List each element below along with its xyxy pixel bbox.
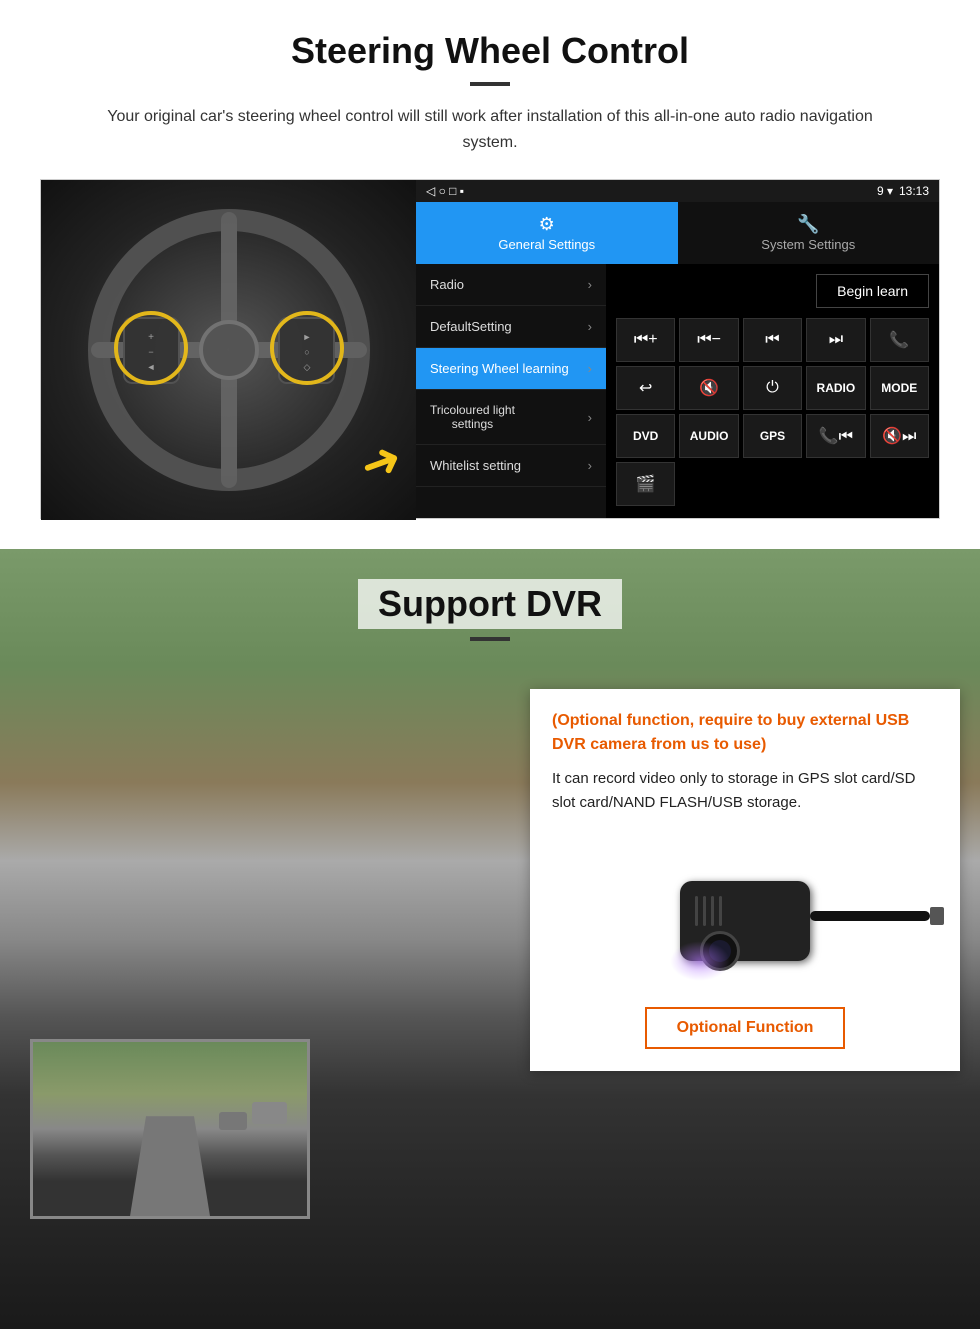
ctrl-mute[interactable]: 🔇 <box>679 366 738 410</box>
android-tabs: ⚙ General Settings 🔧 System Settings <box>416 202 939 264</box>
steering-photo-inner: + − ◄ ► ○ ◇ ➜ <box>41 180 416 520</box>
dvr-heading: Support DVR <box>0 549 980 641</box>
optional-function-button[interactable]: Optional Function <box>645 1007 846 1049</box>
chevron-icon-3: › <box>588 361 592 376</box>
ctrl-audio[interactable]: AUDIO <box>679 414 738 458</box>
chevron-icon-5: › <box>588 458 592 473</box>
menu-item-radio[interactable]: Radio › <box>416 264 606 306</box>
steering-composite: + − ◄ ► ○ ◇ ➜ ◁ ○ □ ▪ <box>40 179 940 519</box>
ctrl-dvr-icon[interactable]: 🎬 <box>616 462 675 506</box>
vents <box>695 896 722 926</box>
chevron-icon: › <box>588 277 592 292</box>
ctrl-next[interactable]: ⏭ <box>806 318 865 362</box>
ctrl-vol-up[interactable]: ⏮+ <box>616 318 675 362</box>
svg-text:◇: ◇ <box>303 362 310 372</box>
ctrl-phone[interactable]: 📞 <box>870 318 929 362</box>
ctrl-vol-down[interactable]: ⏮− <box>679 318 738 362</box>
steering-photo: + − ◄ ► ○ ◇ ➜ <box>41 180 416 520</box>
dvr-preview-inner <box>33 1042 307 1216</box>
begin-learn-row: Begin learn <box>616 274 929 308</box>
dvr-optional-text: (Optional function, require to buy exter… <box>552 709 938 757</box>
tab-system-settings[interactable]: 🔧 System Settings <box>678 202 940 264</box>
ctrl-gps[interactable]: GPS <box>743 414 802 458</box>
camera-assembly <box>680 881 810 961</box>
svg-text:►: ► <box>302 332 311 342</box>
svg-text:+: + <box>148 332 154 343</box>
gear-icon: ⚙ <box>424 214 670 235</box>
usb-cable <box>810 911 930 921</box>
menu-list: Radio › DefaultSetting › Steering Wheel … <box>416 264 606 518</box>
status-signal: 9 ▾ <box>877 184 893 198</box>
svg-text:◄: ◄ <box>146 362 155 372</box>
usb-connector <box>930 907 944 925</box>
car-shape-2 <box>219 1112 247 1130</box>
svg-text:−: − <box>148 347 153 357</box>
menu-item-whitelist[interactable]: Whitelist setting › <box>416 445 606 487</box>
dvr-camera-image <box>552 831 938 991</box>
ctrl-radio[interactable]: RADIO <box>806 366 865 410</box>
menu-item-defaultsetting[interactable]: DefaultSetting › <box>416 306 606 348</box>
wrench-icon: 🔧 <box>686 214 932 235</box>
begin-learn-button[interactable]: Begin learn <box>816 274 929 308</box>
menu-item-steering-learning[interactable]: Steering Wheel learning › <box>416 348 606 390</box>
menu-tricoloured-label: Tricoloured lightsettings <box>430 403 515 431</box>
ctrl-prev[interactable]: ⏮ <box>743 318 802 362</box>
chevron-icon-4: › <box>588 410 592 425</box>
control-grid: ⏮+ ⏮− ⏮ ⏭ 📞 ↩ 🔇 ⏻ RADIO MODE DVD AUDIO <box>616 318 929 506</box>
android-panel: ◁ ○ □ ▪ 9 ▾ 13:13 ⚙ General Settings 🔧 S… <box>416 180 939 518</box>
light-glow <box>670 941 730 981</box>
camera-body <box>680 881 810 961</box>
menu-area: Radio › DefaultSetting › Steering Wheel … <box>416 264 939 518</box>
control-panel: Begin learn ⏮+ ⏮− ⏮ ⏭ 📞 ↩ 🔇 ⏻ RADIO <box>606 264 939 518</box>
steering-section: Steering Wheel Control Your original car… <box>0 0 980 539</box>
dvr-info-body: It can record video only to storage in G… <box>552 767 938 815</box>
status-time: 13:13 <box>899 184 929 198</box>
ctrl-power[interactable]: ⏻ <box>743 366 802 410</box>
dvr-preview-road <box>130 1116 210 1216</box>
ctrl-mode[interactable]: MODE <box>870 366 929 410</box>
dvr-background: Support DVR (Optional function, require … <box>0 549 980 1329</box>
steering-title: Steering Wheel Control <box>40 30 940 72</box>
menu-radio-label: Radio <box>430 277 464 292</box>
tab-general-settings[interactable]: ⚙ General Settings <box>416 202 678 264</box>
tab-general-label: General Settings <box>498 237 595 252</box>
dvr-title: Support DVR <box>358 579 622 629</box>
dvr-info-box: (Optional function, require to buy exter… <box>530 689 960 1071</box>
steering-divider <box>470 82 510 86</box>
steering-subtitle: Your original car's steering wheel contr… <box>80 104 900 155</box>
svg-text:○: ○ <box>304 347 309 357</box>
tab-system-label: System Settings <box>761 237 855 252</box>
menu-default-label: DefaultSetting <box>430 319 512 334</box>
ctrl-back[interactable]: ↩ <box>616 366 675 410</box>
car-shape-1 <box>252 1102 287 1124</box>
ctrl-dvd[interactable]: DVD <box>616 414 675 458</box>
dvr-divider <box>470 637 510 641</box>
menu-whitelist-label: Whitelist setting <box>430 458 521 473</box>
steering-wheel-svg: + − ◄ ► ○ ◇ <box>79 200 379 500</box>
android-statusbar: ◁ ○ □ ▪ 9 ▾ 13:13 <box>416 180 939 202</box>
ctrl-mute-next[interactable]: 🔇⏭ <box>870 414 929 458</box>
menu-item-tricoloured[interactable]: Tricoloured lightsettings › <box>416 390 606 445</box>
menu-steering-label: Steering Wheel learning <box>430 361 569 376</box>
dvr-section: Support DVR (Optional function, require … <box>0 549 980 1329</box>
ctrl-phone-prev[interactable]: 📞⏮ <box>806 414 865 458</box>
chevron-icon-2: › <box>588 319 592 334</box>
dvr-preview-image <box>30 1039 310 1219</box>
status-icons: ◁ ○ □ ▪ <box>426 184 464 198</box>
